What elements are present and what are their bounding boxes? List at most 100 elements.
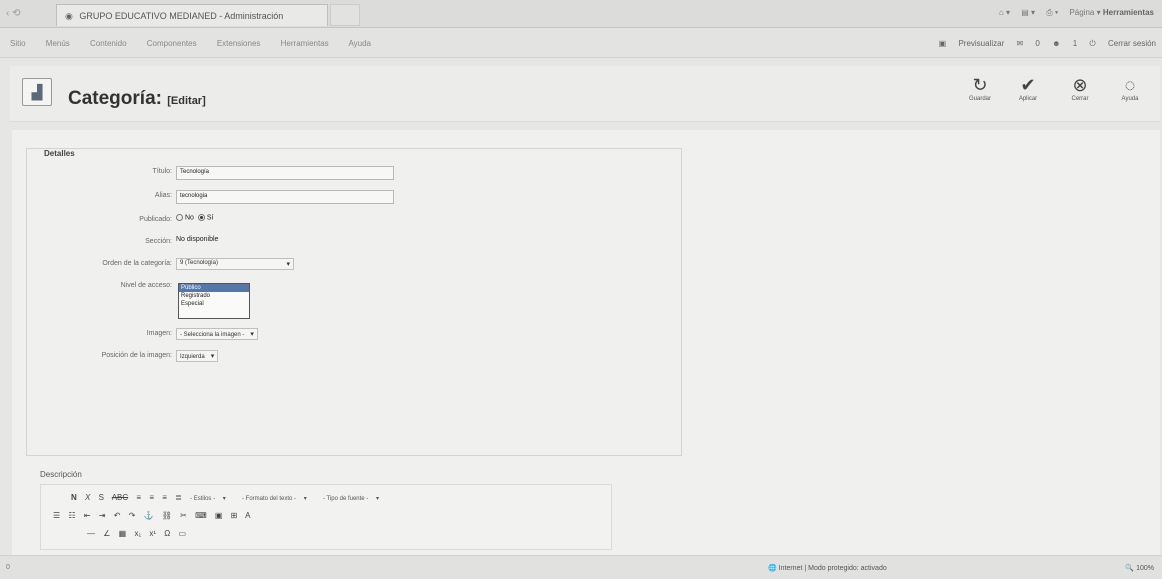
description-legend: Descripción [40,470,82,479]
page-menu[interactable]: Página ▾ [1069,8,1100,17]
superscript-icon[interactable]: x¹ [149,529,156,538]
apply-button[interactable]: ✔ Aplicar [1008,74,1048,102]
link-icon[interactable]: ⚓ [144,511,154,520]
new-tab-button[interactable] [330,4,360,26]
browser-status-bar: 0 🌐 Internet | Modo protegido: activado … [0,555,1162,579]
image-position-select[interactable]: Izquierda ▾ [176,350,219,362]
visual-aid-icon[interactable]: ▦ [119,529,127,538]
code-icon[interactable]: ⌨ [195,511,207,520]
menu-item-components[interactable]: Componentes [147,39,197,48]
alias-input[interactable]: tecnologia [176,190,394,204]
strikethrough-button[interactable]: ABC [112,493,128,502]
details-legend: Detalles [44,149,75,158]
order-row: Orden de la categoría: 9 (Tecnología) ▾ [36,258,676,272]
published-yes-radio[interactable] [197,214,205,221]
title-toolbar: ▟ Categoría: [Editar] ↻ Guardar ✔ Aplica… [10,66,1160,122]
redo-icon[interactable]: ↷ [129,511,136,520]
alias-label: Alias: [154,192,172,199]
align-center-button[interactable]: ≡ [149,493,154,502]
special-char-icon[interactable]: Ω [164,529,170,538]
menu-item-help[interactable]: Ayuda [348,39,371,48]
help-button[interactable]: ◌ Ayuda [1110,74,1150,102]
indent-icon[interactable]: ⇥ [99,511,106,520]
favicon-icon: ◉ [65,11,73,21]
order-select[interactable]: 9 (Tecnología) ▾ [176,258,294,270]
table-icon[interactable]: ⊞ [231,511,238,520]
bullet-list-icon[interactable]: ☰ [53,511,60,520]
close-icon: ⊗ [1072,75,1088,95]
menu-item-tools[interactable]: Herramientas [281,39,329,48]
alias-row: Alias: tecnologia [36,190,676,204]
hr-icon[interactable]: — [87,529,95,538]
font-dropdown[interactable]: - Tipo de fuente - ▾ [323,496,379,502]
underline-button[interactable]: S [99,493,104,502]
home-icon[interactable]: ⌂ ▾ [999,8,1010,17]
admin-status: ▣ Previsualizar ✉ 0 ☻ 1 ⏻ Cerrar sesión [929,39,1156,49]
admin-menu: Sitio Menús Contenido Componentes Extens… [10,39,389,48]
save-button[interactable]: ↻ Guardar [960,74,1000,102]
browser-tab[interactable]: ◉ GRUPO EDUCATIVO MEDIANED - Administrac… [56,4,328,26]
bold-button[interactable]: N [71,493,77,502]
image-icon[interactable]: ▣ [215,511,223,520]
format-dropdown[interactable]: - Formato del texto - ▾ [242,496,307,502]
image-row: Imagen: - Selecciona la imagen - ▾ [36,328,676,342]
chevron-down-icon: ▾ [250,331,254,338]
access-row: Nivel de acceso: [36,280,676,294]
page-subtitle: [Editar] [167,95,206,107]
align-right-button[interactable]: ≡ [162,493,167,502]
align-left-button[interactable]: ≡ [136,493,141,502]
save-icon: ↻ [972,75,988,95]
published-no-radio[interactable] [176,214,183,221]
access-option-registered[interactable]: Registrado [179,292,249,300]
cleanup-icon[interactable]: ✂ [180,511,187,520]
section-label: Sección: [145,238,172,245]
section-value: No disponible [176,236,219,243]
image-label: Imagen: [146,330,172,337]
menu-item-content[interactable]: Contenido [90,39,126,48]
menu-item-extensions[interactable]: Extensiones [217,39,261,48]
apply-icon: ✔ [1020,75,1036,95]
published-no-label: No [185,214,194,222]
tools-menu[interactable]: Herramientas [1103,8,1154,17]
italic-button[interactable]: X [85,493,90,502]
security-zone: 🌐 Internet | Modo protegido: activado [768,565,887,572]
editor-toolbar-row-1: N X S ABC ≡ ≡ ≡ ≣ - Estilos - ▾ - Format… [71,493,393,502]
status-left: 0 [6,564,10,571]
browser-tab-bar: ‹ ⟲ ◉ GRUPO EDUCATIVO MEDIANED - Adminis… [0,0,1162,28]
published-row: Publicado: No Sí [36,214,676,228]
menu-item-site[interactable]: Sitio [10,39,26,48]
color-icon[interactable]: A [245,511,250,520]
image-position-label: Posición de la imagen: [101,352,172,359]
toolbar-buttons: ↻ Guardar ✔ Aplicar ⊗ Cerrar ◌ Ayuda [960,74,1160,114]
clear-format-icon[interactable]: ∠ [103,529,110,538]
title-row: Título: Tecnología [36,166,676,180]
image-select[interactable]: - Selecciona la imagen - ▾ [176,328,258,340]
outdent-icon[interactable]: ⇤ [84,511,91,520]
browser-nav-arrows[interactable]: ‹ ⟲ [6,8,21,19]
order-label: Orden de la categoría: [102,260,172,267]
zoom-level[interactable]: 🔍 100% [1125,564,1154,572]
category-icon: ▟ [22,78,52,106]
align-justify-button[interactable]: ≣ [175,493,182,502]
logout-link[interactable]: ⏻ Cerrar sesión [1089,39,1156,48]
preview-link[interactable]: ▣ Previsualizar [939,39,1005,48]
chevron-down-icon: ▾ [210,353,215,360]
menu-item-menus[interactable]: Menús [46,39,70,48]
published-label: Publicado: [139,216,172,223]
styles-dropdown[interactable]: - Estilos - ▾ [190,496,226,502]
insert-date-icon[interactable]: ▭ [179,529,187,538]
subscript-icon[interactable]: x₁ [134,529,141,538]
numbered-list-icon[interactable]: ☷ [68,511,75,520]
access-option-public[interactable]: Público [179,284,249,292]
close-button[interactable]: ⊗ Cerrar [1060,74,1100,102]
feeds-icon[interactable]: ▤ ▾ [1021,8,1035,17]
access-option-special[interactable]: Especial [179,300,249,308]
print-icon[interactable]: ⎙ ▾ [1046,8,1058,17]
title-input[interactable]: Tecnología [176,166,394,180]
access-listbox[interactable]: Público Registrado Especial [178,283,250,319]
chevron-down-icon: ▾ [286,261,290,268]
access-label: Nivel de acceso: [120,282,172,289]
messages-count[interactable]: ✉ 0 [1016,39,1039,48]
unlink-icon[interactable]: ⛓ [162,511,172,520]
undo-icon[interactable]: ↶ [114,511,121,520]
